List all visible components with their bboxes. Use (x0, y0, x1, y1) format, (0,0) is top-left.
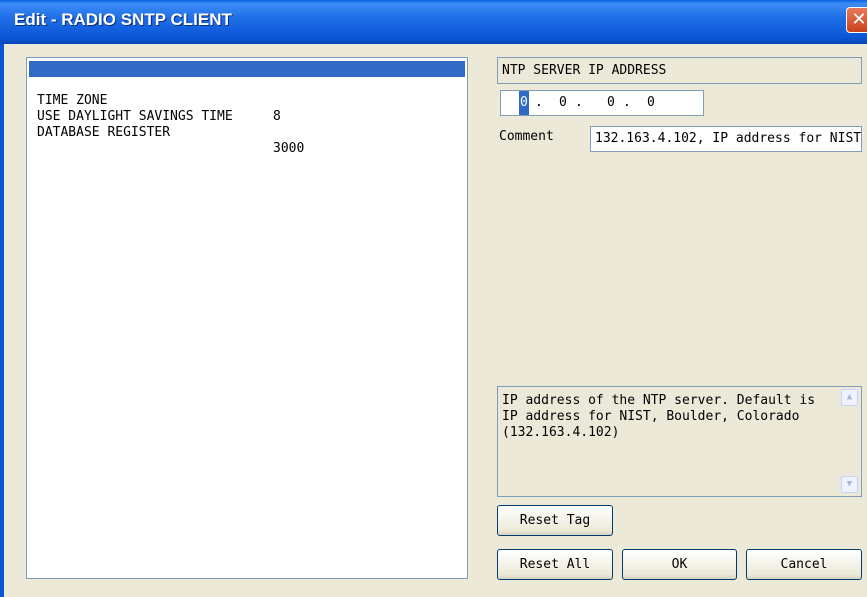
ip-address-input[interactable]: 0 . 0 . 0 . 0 (500, 90, 704, 116)
help-scrollbar[interactable]: ▲ ▼ (841, 388, 860, 495)
ip-octet-2[interactable]: 0 (559, 91, 567, 115)
ip-separator: . (623, 95, 631, 110)
list-item-time-zone[interactable]: TIME ZONE 8 (29, 77, 465, 124)
window-frame (0, 44, 4, 597)
edit-dialog: Edit - RADIO SNTP CLIENT ✕ NTP SERVER IP… (0, 0, 867, 597)
scroll-down-icon[interactable]: ▼ (841, 476, 858, 493)
ip-octet-4[interactable]: 0 (647, 91, 655, 115)
cancel-button[interactable]: Cancel (746, 549, 862, 580)
help-text-box[interactable]: IP address of the NTP server. Default is… (497, 386, 862, 497)
reset-tag-button[interactable]: Reset Tag (497, 505, 613, 536)
list-item-label: DATABASE REGISTER (37, 125, 171, 140)
comment-input[interactable]: 132.163.4.102, IP address for NIST (590, 126, 862, 152)
ip-octet-1[interactable]: 0 (519, 91, 529, 115)
list-item-ntp-server[interactable]: NTP SERVER IP ADDRESS 0.0.0.0 (29, 61, 465, 108)
ip-separator: . (575, 95, 583, 110)
window-title: Edit - RADIO SNTP CLIENT (14, 10, 232, 29)
help-text: IP address of the NTP server. Default is… (502, 393, 816, 440)
close-icon[interactable]: ✕ (846, 7, 867, 33)
title-bar[interactable]: Edit - RADIO SNTP CLIENT ✕ (0, 0, 867, 44)
ip-octet-3[interactable]: 0 (607, 91, 615, 115)
list-item-value: 3000 (273, 141, 305, 156)
reset-all-button[interactable]: Reset All (497, 549, 613, 580)
list-item-daylight-savings[interactable]: USE DAYLIGHT SAVINGS TIME (29, 93, 465, 124)
field-name-display: NTP SERVER IP ADDRESS (497, 57, 862, 84)
scroll-up-icon[interactable]: ▲ (841, 389, 858, 406)
comment-label: Comment (499, 129, 554, 144)
ok-button[interactable]: OK (622, 549, 737, 580)
parameter-list[interactable]: NTP SERVER IP ADDRESS 0.0.0.0 TIME ZONE … (26, 57, 468, 579)
list-item-database-register[interactable]: DATABASE REGISTER 3000 (29, 109, 465, 156)
ip-separator: . (535, 95, 543, 110)
